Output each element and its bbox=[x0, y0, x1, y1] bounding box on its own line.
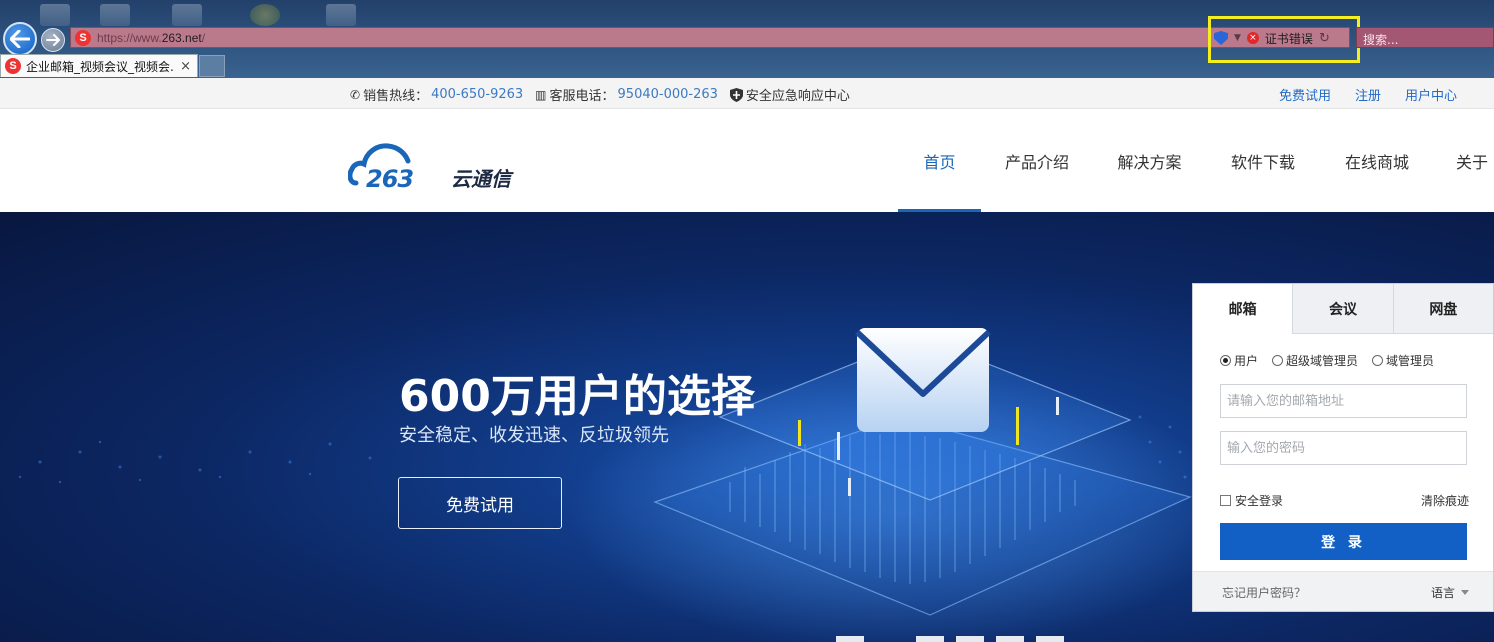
url-text[interactable]: https://www.263.net/ bbox=[97, 31, 205, 45]
browser-search-input[interactable]: 搜索... bbox=[1356, 27, 1494, 48]
role-super-admin-label: 超级域管理员 bbox=[1286, 354, 1359, 368]
tab-netdisk[interactable]: 网盘 bbox=[1392, 284, 1493, 334]
site-favicon-icon: S bbox=[75, 29, 91, 46]
hero-subtitle: 安全稳定、收发迅速、反垃圾领先 bbox=[399, 425, 669, 446]
top-links: 免费试用 注册 用户中心 bbox=[1279, 85, 1457, 104]
main-nav: 首页 产品介绍 解决方案 软件下载 在线商城 关于 bbox=[898, 109, 1494, 212]
role-super-admin-radio[interactable] bbox=[1272, 355, 1284, 366]
tab-favicon-icon: S bbox=[5, 58, 21, 74]
login-panel: 邮箱 会议 网盘 用户 超级域管理员 域管理员 安全登录 清除痕迹 登 录 忘记… bbox=[1192, 283, 1494, 612]
site-header: 263 云通信 首页 产品介绍 解决方案 软件下载 在线商城 关于 bbox=[0, 109, 1494, 212]
error-icon: × bbox=[1246, 32, 1259, 44]
forward-arrow-icon bbox=[46, 34, 60, 46]
desktop-icon bbox=[250, 4, 280, 26]
envelope-icon bbox=[854, 328, 992, 432]
tab-mail[interactable]: 邮箱 bbox=[1193, 284, 1293, 334]
new-tab-button[interactable] bbox=[199, 55, 225, 77]
role-selector: 用户 超级域管理员 域管理员 bbox=[1220, 352, 1434, 369]
role-user-label: 用户 bbox=[1234, 354, 1259, 368]
svg-text:云通信: 云通信 bbox=[451, 167, 514, 191]
safe-login-label: 安全登录 bbox=[1235, 494, 1284, 508]
certificate-error-label[interactable]: 证书错误 bbox=[1265, 30, 1313, 47]
address-bar[interactable]: S https://www.263.net/ bbox=[70, 27, 1350, 48]
site-logo[interactable]: 263 云通信 bbox=[348, 131, 538, 191]
login-tabs: 邮箱 会议 网盘 bbox=[1193, 284, 1493, 334]
role-user[interactable]: 用户 bbox=[1220, 352, 1258, 369]
nav-home[interactable]: 首页 bbox=[898, 109, 981, 212]
refresh-icon[interactable]: ↻ bbox=[1319, 31, 1330, 46]
address-bar-tools: ▼ × 证书错误 ↻ bbox=[1214, 28, 1330, 48]
chevron-down-icon bbox=[1461, 590, 1469, 595]
url-path: / bbox=[201, 30, 206, 45]
free-trial-link[interactable]: 免费试用 bbox=[1279, 85, 1331, 104]
password-field[interactable] bbox=[1220, 431, 1467, 465]
close-icon[interactable]: × bbox=[180, 59, 191, 74]
shield-icon[interactable] bbox=[1214, 31, 1228, 45]
chevron-down-icon[interactable]: ▼ bbox=[1234, 33, 1241, 43]
nav-solutions[interactable]: 解决方案 bbox=[1093, 109, 1206, 212]
service-phone: ▥ 客服电话： 95040-000-263 bbox=[535, 85, 718, 104]
service-number: 95040-000-263 bbox=[617, 87, 718, 102]
safe-login-checkbox[interactable] bbox=[1220, 495, 1231, 506]
url-protocol: https://www. bbox=[97, 30, 162, 45]
login-footer: 忘记用户密码？ 语言 bbox=[1193, 571, 1493, 611]
desktop-icon bbox=[100, 4, 130, 26]
security-center-link[interactable]: 安全应急响应中心 bbox=[729, 85, 850, 104]
role-domain-admin-label: 域管理员 bbox=[1386, 354, 1435, 368]
clear-traces-link[interactable]: 清除痕迹 bbox=[1421, 492, 1469, 509]
service-label: 客服电话： bbox=[549, 89, 615, 104]
svg-text:263: 263 bbox=[366, 165, 413, 191]
forward-button[interactable] bbox=[41, 28, 65, 52]
language-label: 语言 bbox=[1430, 586, 1455, 600]
user-center-link[interactable]: 用户中心 bbox=[1405, 85, 1457, 104]
desktop-icon bbox=[172, 4, 202, 26]
sales-number: 400-650-9263 bbox=[431, 87, 524, 102]
nav-products[interactable]: 产品介绍 bbox=[981, 109, 1093, 212]
security-center-label: 安全应急响应中心 bbox=[745, 89, 850, 104]
hero-free-trial-button[interactable]: 免费试用 bbox=[398, 477, 562, 529]
register-link[interactable]: 注册 bbox=[1355, 85, 1381, 104]
contact-info: ✆ 销售热线： 400-650-9263 ▥ 客服电话： 95040-000-263… bbox=[350, 85, 850, 104]
safe-login-option[interactable]: 安全登录 bbox=[1220, 492, 1283, 509]
top-info-bar: ✆ 销售热线： 400-650-9263 ▥ 客服电话： 95040-000-263… bbox=[0, 78, 1494, 109]
shield-icon bbox=[729, 87, 743, 102]
back-button[interactable] bbox=[3, 22, 37, 56]
role-super-admin[interactable]: 超级域管理员 bbox=[1272, 352, 1358, 369]
login-button[interactable]: 登 录 bbox=[1220, 523, 1467, 560]
email-field[interactable] bbox=[1220, 384, 1467, 418]
back-arrow-icon bbox=[10, 30, 30, 48]
language-selector[interactable]: 语言 bbox=[1431, 584, 1469, 601]
nav-store[interactable]: 在线商城 bbox=[1320, 109, 1434, 212]
nav-about[interactable]: 关于 bbox=[1434, 109, 1494, 212]
role-domain-admin-radio[interactable] bbox=[1372, 355, 1384, 366]
desktop-icon bbox=[326, 4, 356, 26]
desktop-icon bbox=[40, 4, 70, 26]
sales-hotline: ✆ 销售热线： 400-650-9263 bbox=[350, 85, 523, 104]
tab-meeting[interactable]: 会议 bbox=[1292, 284, 1393, 334]
role-user-radio[interactable] bbox=[1220, 355, 1231, 366]
nav-downloads[interactable]: 软件下载 bbox=[1206, 109, 1320, 212]
hero-title: 600万用户的选择 bbox=[399, 371, 755, 422]
fax-icon: ▥ bbox=[535, 87, 547, 102]
phone-icon: ✆ bbox=[350, 87, 361, 102]
sales-label: 销售热线： bbox=[363, 89, 429, 104]
browser-chrome: S https://www.263.net/ ▼ × 证书错误 ↻ 搜索... … bbox=[0, 0, 1494, 78]
role-domain-admin[interactable]: 域管理员 bbox=[1372, 352, 1434, 369]
browser-tab[interactable]: S 企业邮箱_视频会议_视频会... × bbox=[0, 54, 198, 77]
url-host: 263.net bbox=[161, 30, 202, 45]
tab-title: 企业邮箱_视频会议_视频会... bbox=[26, 59, 176, 74]
forgot-password-link[interactable]: 忘记用户密码？ bbox=[1222, 584, 1306, 601]
